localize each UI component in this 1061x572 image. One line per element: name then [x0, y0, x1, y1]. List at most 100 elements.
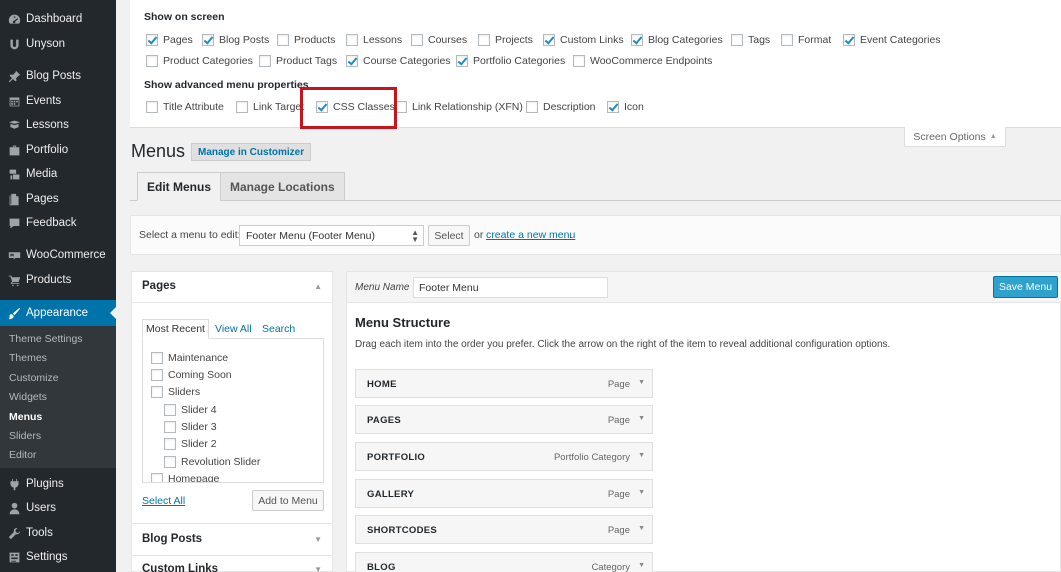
- checkbox[interactable]: [478, 34, 490, 46]
- option-course-categories[interactable]: Course Categories: [346, 55, 451, 67]
- tab-view-all[interactable]: View All: [215, 319, 252, 339]
- sidebar-item-dashboard[interactable]: Dashboard: [0, 8, 116, 30]
- custom-links-section-title[interactable]: Custom Links: [142, 563, 218, 572]
- checkbox[interactable]: [236, 101, 248, 113]
- option-description[interactable]: Description: [526, 101, 596, 113]
- option-product-tags[interactable]: Product Tags: [259, 55, 337, 67]
- sidebar-item-events[interactable]: Events: [0, 90, 116, 112]
- option-tags[interactable]: Tags: [731, 34, 770, 46]
- submenu-widgets[interactable]: Widgets: [9, 391, 47, 403]
- checkbox[interactable]: [151, 386, 163, 398]
- pages-checklist[interactable]: Maintenance Coming Soon Sliders Slider 4…: [142, 338, 324, 483]
- menu-item[interactable]: PORTFOLIO Portfolio Category ▼: [355, 442, 653, 471]
- checkbox[interactable]: [573, 55, 585, 67]
- checkbox[interactable]: [151, 473, 163, 482]
- tab-search[interactable]: Search: [262, 319, 295, 339]
- sidebar-item-portfolio[interactable]: Portfolio: [0, 139, 116, 161]
- caret-down-icon[interactable]: ▼: [638, 379, 645, 386]
- caret-down-icon[interactable]: ▼: [638, 489, 645, 496]
- pages-section-title[interactable]: Pages: [142, 280, 176, 292]
- checkbox[interactable]: [146, 34, 158, 46]
- option-courses[interactable]: Courses: [411, 34, 467, 46]
- option-event-categories[interactable]: Event Categories: [843, 34, 941, 46]
- checkbox[interactable]: [164, 456, 176, 468]
- triangle-down-icon[interactable]: ▼: [314, 565, 322, 572]
- checkbox[interactable]: [259, 55, 271, 67]
- menu-item[interactable]: SHORTCODES Page ▼: [355, 515, 653, 544]
- checkbox[interactable]: [526, 101, 538, 113]
- add-to-menu-button[interactable]: Add to Menu: [252, 490, 324, 511]
- list-item[interactable]: Slider 3: [164, 421, 217, 433]
- list-item[interactable]: Sliders: [151, 386, 200, 398]
- checkbox[interactable]: [843, 34, 855, 46]
- checkbox[interactable]: [543, 34, 555, 46]
- caret-down-icon[interactable]: ▼: [638, 452, 645, 459]
- menu-item[interactable]: BLOG Category ▼: [355, 552, 653, 572]
- checkbox[interactable]: [346, 55, 358, 67]
- caret-down-icon[interactable]: ▼: [638, 415, 645, 422]
- checkbox[interactable]: [346, 34, 358, 46]
- blog-posts-section-title[interactable]: Blog Posts: [142, 533, 202, 545]
- submenu-sliders[interactable]: Sliders: [9, 430, 41, 442]
- select-all-link[interactable]: Select All: [142, 495, 185, 507]
- tab-edit-menus[interactable]: Edit Menus: [137, 172, 222, 201]
- option-link-relationship[interactable]: Link Relationship (XFN): [395, 101, 523, 113]
- option-blog-categories[interactable]: Blog Categories: [631, 34, 723, 46]
- checkbox[interactable]: [277, 34, 289, 46]
- menu-item[interactable]: PAGES Page ▼: [355, 405, 653, 434]
- list-item[interactable]: Slider 2: [164, 438, 217, 450]
- caret-down-icon[interactable]: ▼: [638, 562, 645, 569]
- submenu-customize[interactable]: Customize: [9, 372, 59, 384]
- caret-down-icon[interactable]: ▼: [638, 525, 645, 532]
- list-item[interactable]: Homepage: [151, 473, 219, 482]
- checkbox[interactable]: [164, 421, 176, 433]
- option-projects[interactable]: Projects: [478, 34, 533, 46]
- option-format[interactable]: Format: [781, 34, 831, 46]
- manage-in-customizer-button[interactable]: Manage in Customizer: [191, 143, 312, 161]
- checkbox[interactable]: [607, 101, 619, 113]
- checkbox[interactable]: [631, 34, 643, 46]
- option-product-categories[interactable]: Product Categories: [146, 55, 253, 67]
- menu-item[interactable]: HOME Page ▼: [355, 369, 653, 398]
- menu-select-dropdown[interactable]: Footer Menu (Footer Menu) ▲ ▼: [239, 225, 424, 246]
- menu-item[interactable]: GALLERY Page ▼: [355, 479, 653, 508]
- checkbox[interactable]: [146, 55, 158, 67]
- tab-most-recent[interactable]: Most Recent: [142, 319, 209, 339]
- option-link-target[interactable]: Link Target: [236, 101, 304, 113]
- sidebar-item-pages[interactable]: Pages: [0, 188, 116, 210]
- option-portfolio-categories[interactable]: Portfolio Categories: [456, 55, 565, 67]
- checkbox[interactable]: [151, 369, 163, 381]
- checkbox[interactable]: [164, 438, 176, 450]
- menu-name-input[interactable]: Footer Menu: [413, 277, 608, 298]
- checkbox[interactable]: [456, 55, 468, 67]
- tab-manage-locations[interactable]: Manage Locations: [220, 172, 345, 201]
- option-products[interactable]: Products: [277, 34, 335, 46]
- sidebar-item-media[interactable]: Media: [0, 163, 116, 185]
- submenu-theme-settings[interactable]: Theme Settings: [9, 333, 83, 345]
- sidebar-item-unyson[interactable]: Unyson: [0, 33, 116, 55]
- select-button[interactable]: Select: [428, 225, 470, 246]
- option-icon[interactable]: Icon: [607, 101, 644, 113]
- list-item[interactable]: Coming Soon: [151, 369, 232, 381]
- checkbox[interactable]: [731, 34, 743, 46]
- checkbox[interactable]: [202, 34, 214, 46]
- list-item[interactable]: Maintenance: [151, 352, 228, 364]
- checkbox[interactable]: [151, 352, 163, 364]
- submenu-editor[interactable]: Editor: [9, 449, 36, 461]
- option-pages[interactable]: Pages: [146, 34, 193, 46]
- checkbox[interactable]: [781, 34, 793, 46]
- option-lessons[interactable]: Lessons: [346, 34, 402, 46]
- sidebar-item-feedback[interactable]: Feedback: [0, 212, 116, 234]
- submenu-themes[interactable]: Themes: [9, 352, 47, 364]
- list-item[interactable]: Slider 4: [164, 404, 217, 416]
- triangle-up-icon[interactable]: ▲: [314, 282, 322, 291]
- sidebar-item-settings[interactable]: Settings: [0, 546, 116, 568]
- sidebar-item-woocommerce[interactable]: WooCommerce: [0, 244, 116, 266]
- checkbox[interactable]: [164, 404, 176, 416]
- option-title-attribute[interactable]: Title Attribute: [146, 101, 224, 113]
- list-item[interactable]: Revolution Slider: [164, 456, 260, 468]
- checkbox[interactable]: [146, 101, 158, 113]
- checkbox[interactable]: [411, 34, 423, 46]
- sidebar-item-users[interactable]: Users: [0, 497, 116, 519]
- sidebar-item-plugins[interactable]: Plugins: [0, 473, 116, 495]
